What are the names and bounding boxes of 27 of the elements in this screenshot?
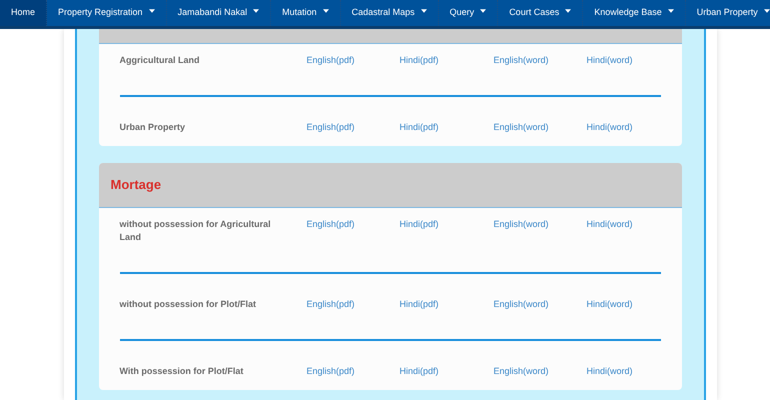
download-link[interactable]: English(word) — [494, 218, 549, 244]
download-link[interactable]: Hindi(pdf) — [400, 365, 439, 378]
download-link[interactable]: Hindi(pdf) — [400, 121, 439, 134]
download-link[interactable]: English(word) — [494, 54, 549, 67]
download-link[interactable]: English(pdf) — [306, 365, 355, 378]
nav-menu-item[interactable]: Home — [0, 0, 48, 26]
download-link[interactable]: English(word) — [494, 298, 549, 311]
document-label: Aggricultural Land — [120, 54, 201, 67]
download-link[interactable]: Hindi(word) — [586, 218, 633, 244]
download-link[interactable]: Hindi(pdf) — [400, 218, 439, 244]
download-link[interactable]: English(pdf) — [306, 218, 355, 244]
download-link[interactable]: English(pdf) — [306, 298, 355, 311]
download-link[interactable]: Hindi(word) — [586, 365, 633, 378]
download-link[interactable]: Hindi(word) — [586, 121, 633, 134]
download-link[interactable]: Hindi(word) — [586, 54, 633, 67]
download-link[interactable]: English(word) — [494, 365, 549, 378]
section-title: Mortage — [110, 176, 162, 194]
document-label: without possession for Plot/Flat — [120, 298, 258, 311]
download-link[interactable]: Hindi(pdf) — [400, 298, 439, 311]
download-link[interactable]: English(pdf) — [306, 121, 355, 134]
download-link[interactable]: English(pdf) — [306, 54, 355, 67]
download-link[interactable]: English(word) — [494, 121, 549, 134]
download-link[interactable]: Hindi(pdf) — [400, 54, 439, 67]
download-link[interactable]: Hindi(word) — [586, 298, 633, 311]
document-label: Urban Property — [120, 121, 186, 134]
document-label: without possession for Agricultural Land — [120, 218, 272, 244]
document-label: With possession for Plot/Flat — [120, 365, 244, 378]
